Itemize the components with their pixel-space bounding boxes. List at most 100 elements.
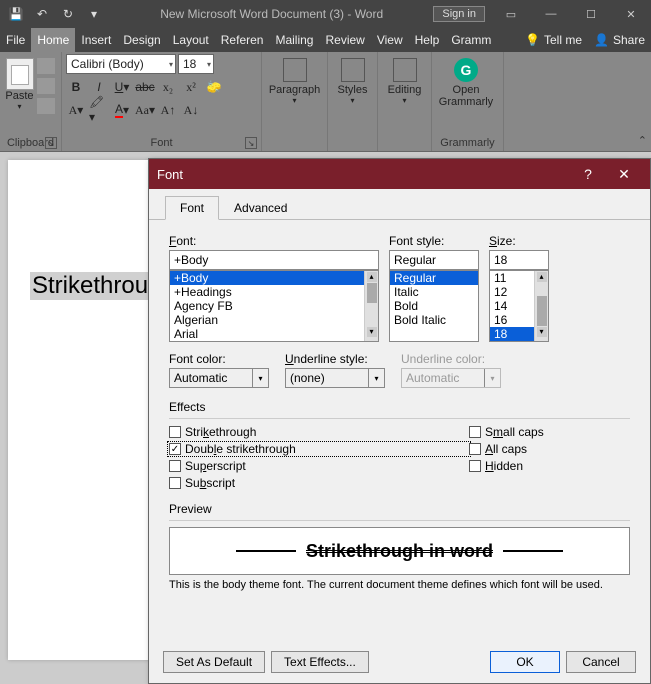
- group-clipboard: Paste ▾ Clipboard↘: [0, 52, 62, 151]
- list-item[interactable]: Algerian: [170, 313, 378, 327]
- styles-button[interactable]: Styles▾: [332, 54, 373, 105]
- font-size-combo[interactable]: 18▾: [178, 54, 214, 74]
- bold-button[interactable]: B: [66, 77, 86, 97]
- selected-text[interactable]: Strikethrou: [30, 272, 150, 300]
- checkbox-small-caps[interactable]: Small caps: [469, 425, 544, 439]
- undo-icon[interactable]: ↶: [30, 2, 54, 26]
- font-listbox[interactable]: +Body +Headings Agency FB Algerian Arial…: [169, 270, 379, 342]
- cut-icon[interactable]: [37, 58, 55, 74]
- chevron-down-icon: ▾: [17, 102, 21, 111]
- size-listbox[interactable]: 11 12 14 16 18 ▴▾: [489, 270, 549, 342]
- checkbox-hidden[interactable]: Hidden: [469, 459, 544, 473]
- chevron-down-icon: ▾: [207, 60, 211, 69]
- grow-font-button[interactable]: A↑: [158, 100, 178, 120]
- size-input[interactable]: [489, 250, 549, 270]
- tab-grammarly[interactable]: Gramm: [445, 28, 497, 52]
- close-icon[interactable]: ✕: [611, 0, 651, 28]
- list-item[interactable]: +Headings: [170, 285, 378, 299]
- tab-home[interactable]: Home: [31, 28, 75, 52]
- checkbox-subscript[interactable]: Subscript: [169, 476, 469, 490]
- list-item[interactable]: Bold: [390, 299, 478, 313]
- dialog-tab-advanced[interactable]: Advanced: [219, 196, 302, 220]
- highlight-button[interactable]: 🖍▾: [89, 100, 109, 120]
- tab-references[interactable]: Referen: [215, 28, 270, 52]
- title-bar: 💾 ↶ ↻ ▾ New Microsoft Word Document (3) …: [0, 0, 651, 28]
- style-listbox[interactable]: Regular Italic Bold Bold Italic: [389, 270, 479, 342]
- collapse-ribbon-icon[interactable]: ⌃: [638, 134, 647, 147]
- underline-style-label: Underline style:: [285, 352, 385, 366]
- tab-design[interactable]: Design: [117, 28, 166, 52]
- change-case-button[interactable]: Aa▾: [135, 100, 155, 120]
- ribbon-options-icon[interactable]: ▭: [491, 0, 531, 28]
- list-item[interactable]: Agency FB: [170, 299, 378, 313]
- qat-customize-icon[interactable]: ▾: [82, 2, 106, 26]
- underline-button[interactable]: U▾: [112, 77, 132, 97]
- checkbox-strikethrough[interactable]: Strikethrough: [169, 425, 469, 439]
- tab-file[interactable]: File: [0, 28, 31, 52]
- dialog-tab-font[interactable]: Font: [165, 196, 219, 220]
- share-icon: 👤: [594, 33, 609, 47]
- paragraph-button[interactable]: Paragraph▾: [266, 54, 323, 105]
- font-color-label: Font color:: [169, 352, 269, 366]
- copy-icon[interactable]: [37, 78, 55, 94]
- group-editing: Editing▾: [378, 52, 432, 151]
- help-icon[interactable]: ?: [570, 166, 606, 182]
- tab-review[interactable]: Review: [319, 28, 370, 52]
- dialog-title-bar[interactable]: Font ? ✕: [149, 159, 650, 189]
- list-item[interactable]: Bold Italic: [390, 313, 478, 327]
- redo-icon[interactable]: ↻: [56, 2, 80, 26]
- effects-heading: Effects: [169, 400, 630, 414]
- tab-insert[interactable]: Insert: [75, 28, 117, 52]
- set-default-button[interactable]: Set As Default: [163, 651, 265, 673]
- tab-layout[interactable]: Layout: [167, 28, 215, 52]
- bulb-icon: 💡: [525, 33, 540, 47]
- close-icon[interactable]: ✕: [606, 166, 642, 183]
- tell-me[interactable]: 💡Tell me: [519, 28, 588, 52]
- clipboard-launcher-icon[interactable]: ↘: [45, 137, 57, 149]
- sign-in-button[interactable]: Sign in: [433, 6, 485, 22]
- format-painter-icon[interactable]: [37, 98, 55, 114]
- font-color-button[interactable]: A▾: [112, 100, 132, 120]
- ribbon: Paste ▾ Clipboard↘ Calibri (Body)▾ 18▾ B…: [0, 52, 651, 152]
- minimize-icon[interactable]: —: [531, 0, 571, 28]
- list-item[interactable]: +Body: [170, 271, 378, 285]
- save-icon[interactable]: 💾: [4, 2, 28, 26]
- scrollbar[interactable]: ▴▾: [534, 271, 548, 341]
- share-button[interactable]: 👤Share: [588, 28, 651, 52]
- checkbox-superscript[interactable]: Superscript: [169, 459, 469, 473]
- superscript-button[interactable]: x²: [181, 77, 201, 97]
- shrink-font-button[interactable]: A↓: [181, 100, 201, 120]
- cancel-button[interactable]: Cancel: [566, 651, 636, 673]
- group-styles: Styles▾: [328, 52, 378, 151]
- checkbox-all-caps[interactable]: All caps: [469, 442, 544, 456]
- open-grammarly-button[interactable]: GOpen Grammarly: [436, 54, 496, 108]
- list-item[interactable]: Regular: [390, 271, 478, 285]
- group-paragraph: Paragraph▾: [262, 52, 328, 151]
- font-name-combo[interactable]: Calibri (Body)▾: [66, 54, 176, 74]
- list-item[interactable]: Arial: [170, 327, 378, 341]
- strikethrough-button[interactable]: abc: [135, 77, 155, 97]
- style-input[interactable]: [389, 250, 479, 270]
- maximize-icon[interactable]: ☐: [571, 0, 611, 28]
- underline-color-label: Underline color:: [401, 352, 501, 366]
- tab-help[interactable]: Help: [409, 28, 446, 52]
- scrollbar[interactable]: ▴▾: [364, 271, 378, 341]
- clear-formatting-icon[interactable]: 🧽: [204, 77, 224, 97]
- italic-button[interactable]: I: [89, 77, 109, 97]
- checkbox-double-strikethrough[interactable]: Double strikethrough: [167, 441, 471, 457]
- quick-access-toolbar: 💾 ↶ ↻ ▾: [0, 2, 110, 26]
- tab-mailings[interactable]: Mailing: [269, 28, 319, 52]
- tab-view[interactable]: View: [371, 28, 409, 52]
- font-color-combo[interactable]: Automatic▾: [169, 368, 269, 388]
- editing-button[interactable]: Editing▾: [382, 54, 427, 105]
- paste-button[interactable]: Paste ▾: [4, 54, 35, 111]
- ok-button[interactable]: OK: [490, 651, 560, 673]
- underline-style-combo[interactable]: (none)▾: [285, 368, 385, 388]
- list-item[interactable]: Italic: [390, 285, 478, 299]
- text-effects-button[interactable]: A▾: [66, 100, 86, 120]
- font-input[interactable]: [169, 250, 379, 270]
- font-launcher-icon[interactable]: ↘: [245, 137, 257, 149]
- chevron-down-icon: ▾: [252, 369, 268, 387]
- text-effects-button[interactable]: Text Effects...: [271, 651, 369, 673]
- subscript-button[interactable]: x₂: [158, 77, 178, 97]
